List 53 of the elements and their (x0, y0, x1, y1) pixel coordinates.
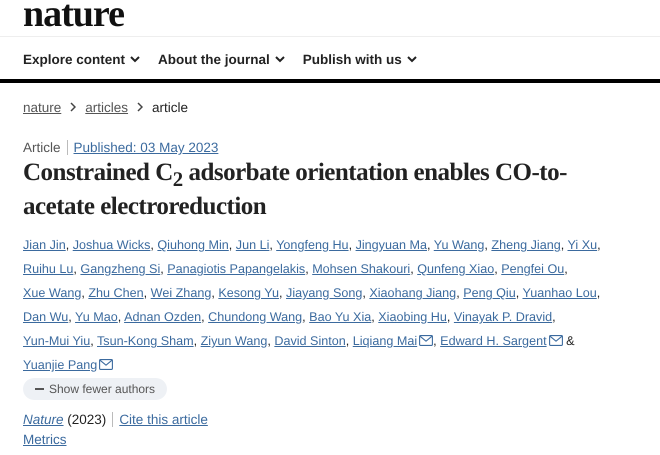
author-link[interactable]: Bao Yu Xia (309, 310, 372, 324)
author-link[interactable]: Jiayang Song (286, 286, 362, 300)
site-logo[interactable]: nature (23, 0, 124, 28)
author-link[interactable]: Yun-Mui Yiu (23, 334, 90, 348)
author-link[interactable]: Pengfei Ou (501, 262, 564, 276)
journal-citation: Nature (2023) (23, 412, 114, 427)
show-fewer-authors-button[interactable]: Show fewer authors (23, 378, 168, 400)
author-link[interactable]: Zhu Chen (88, 286, 144, 300)
author-link[interactable]: Xiaohang Jiang (369, 286, 456, 300)
author-link[interactable]: Liqiang Mai (352, 334, 434, 348)
author-link[interactable]: Yuanhao Lou (522, 286, 597, 300)
author-link[interactable]: Dan Wu (23, 310, 68, 324)
author-link[interactable]: Ruihu Lu (23, 262, 74, 276)
author-link[interactable]: Jingyuan Ma (356, 238, 427, 252)
author-link[interactable]: Qunfeng Xiao (417, 262, 494, 276)
breadcrumb-current: article (152, 100, 188, 114)
author-link[interactable]: Zheng Jiang (491, 238, 561, 252)
author-link[interactable]: Yi Xu (568, 238, 598, 252)
author-list: Jian Jin, Joshua Wicks, Qiuhong Min, Jun Li, Yongfeng Hu, Jingyuan Ma, Yu Wang, Zheng Jiang, Yi Xu, Ruihu Lu, Gangzheng Si, Panagiotis Papangelakis, Mohsen Shakouri, Qunfeng Xiao, Pengfei Ou, Xue Wang, Zhu Chen, Wei Zhang, Kesong Yu, Jiayang Song, Xiaohang Jiang, Peng Qiu, Yuanhao Lou, Dan Wu, Yu Mao, Adnan Ozden, Chundong Wang, Bao Yu Xia, Xiaobing Hu, Vinayak P. Dravid, Yun-Mui Yiu, Tsun-Kong Sham, Ziyun Wang, David Sinton, Liqiang Mai , Edward H. Sargent & Yuanjie Pang (23, 233, 613, 377)
author-link[interactable]: Jian Jin (23, 238, 66, 252)
nav-menu[interactable]: Explore content (23, 49, 140, 69)
author-link[interactable]: Yongfeng Hu (276, 238, 349, 252)
journal-link[interactable]: Nature (23, 412, 64, 427)
author-link[interactable]: Xiaobing Hu (378, 310, 447, 324)
author-link[interactable]: Chundong Wang (208, 310, 302, 324)
author-link[interactable]: Yu Mao (75, 310, 118, 324)
publication-date-link[interactable]: Published: 03 May 2023 (68, 140, 218, 155)
author-link[interactable]: Vinayak P. Dravid (454, 310, 552, 324)
author-link[interactable]: Yu Wang (434, 238, 484, 252)
author-link[interactable]: Gangzheng Si (80, 262, 160, 276)
author-link[interactable]: Tsun-Kong Sham (97, 334, 194, 348)
author-link[interactable]: Panagiotis Papangelakis (167, 262, 306, 276)
author-link[interactable]: Joshua Wicks (72, 238, 150, 252)
author-link[interactable]: Yuanjie Pang (23, 358, 114, 372)
nav-menu[interactable]: Publish with us (302, 49, 417, 69)
author-link[interactable]: Xue Wang (23, 286, 82, 300)
breadcrumb-link[interactable]: nature (23, 100, 62, 114)
metrics-link[interactable]: Metrics (23, 432, 66, 447)
breadcrumb-link[interactable]: articles (85, 100, 128, 114)
article-type: Article (23, 140, 68, 155)
author-link[interactable]: David Sinton (274, 334, 346, 348)
author-link[interactable]: Peng Qiu (463, 286, 516, 300)
author-link[interactable]: Edward H. Sargent (440, 334, 563, 348)
author-link[interactable]: Qiuhong Min (157, 238, 229, 252)
cite-link[interactable]: Cite this article (113, 412, 208, 427)
nav-menu[interactable]: About the journal (158, 49, 285, 69)
author-link[interactable]: Kesong Yu (218, 286, 280, 300)
author-link[interactable]: Adnan Ozden (124, 310, 202, 324)
author-link[interactable]: Ziyun Wang (200, 334, 268, 348)
article-title: Constrained C$_{2}$ adsorbate orientation enables CO-to-acetate electroreduction (23, 159, 568, 221)
author-link[interactable]: Mohsen Shakouri (312, 262, 410, 276)
author-link[interactable]: Jun Li (236, 238, 270, 252)
author-link[interactable]: Wei Zhang (150, 286, 212, 300)
